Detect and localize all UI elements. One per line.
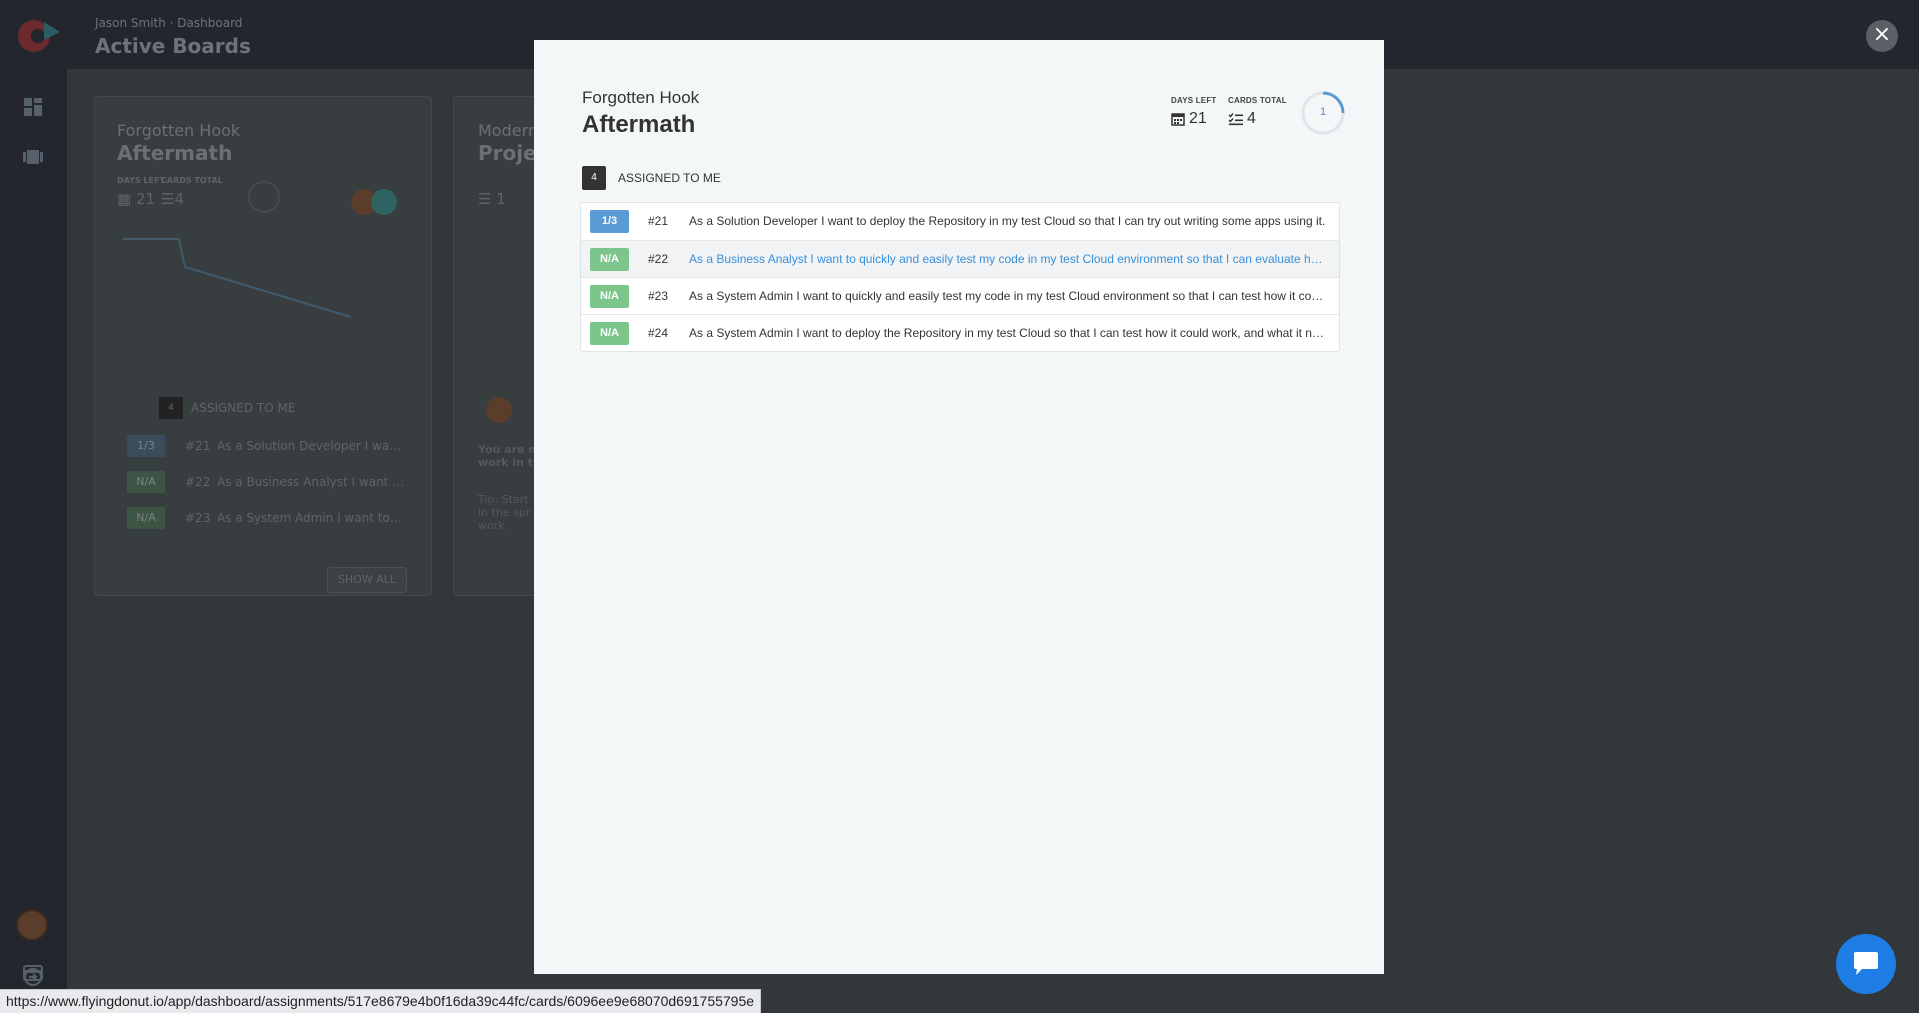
status-badge: N/A: [590, 322, 629, 345]
card-number: #21: [648, 214, 669, 228]
status-badge: N/A: [127, 471, 165, 493]
status-badge: N/A: [127, 507, 165, 529]
board-details-modal: Forgotten Hook Aftermath DAYS LEFT CARDS…: [534, 40, 1384, 974]
calendar-icon: ▦: [117, 190, 132, 208]
card-title-link[interactable]: As a Solution Developer I want to deploy…: [689, 214, 1327, 228]
card-title-link[interactable]: As a System Admin I want to quickly and …: [689, 289, 1327, 303]
assigned-count-badge: 4: [582, 166, 606, 190]
cards-total-value: ☰4: [161, 190, 184, 208]
card-title-link[interactable]: As a Business Analyst I want to quickly …: [689, 252, 1327, 266]
avatar: [486, 397, 512, 423]
cards-total-number: 4: [1247, 110, 1256, 127]
modal-project-name: Forgotten Hook: [582, 88, 700, 107]
cards-total-value: ☰ 1: [478, 190, 506, 208]
days-left-label: DAYS LEFT: [117, 176, 165, 185]
assigned-count: 4: [159, 397, 183, 419]
board-title: Proje: [478, 141, 537, 165]
empty-message: You are n work in th: [478, 443, 541, 469]
checklist-icon: ☰: [161, 190, 175, 208]
card-number: #22: [185, 475, 211, 489]
calendar-icon: [1171, 113, 1185, 126]
close-icon: ×: [1872, 22, 1892, 47]
days-left-label: DAYS LEFT: [1171, 96, 1217, 105]
logout-icon[interactable]: [23, 967, 43, 987]
user-avatar[interactable]: [16, 909, 48, 941]
dashboard-icon[interactable]: [23, 97, 43, 117]
status-bar-url: https://www.flyingdonut.io/app/dashboard…: [0, 989, 762, 1013]
list-item[interactable]: N/A #22 As a Business Analyst I want to …: [581, 240, 1339, 277]
board-title: Aftermath: [117, 141, 233, 165]
list-item[interactable]: N/A #22 As a Business Analyst I want to …: [127, 469, 405, 495]
modal-board-title: Aftermath: [582, 111, 696, 138]
list-item[interactable]: N/A #24 As a System Admin I want to depl…: [581, 314, 1339, 351]
days-left-number: 21: [1189, 110, 1207, 127]
list-item[interactable]: N/A #23 As a System Admin I want to quic…: [581, 277, 1339, 314]
chat-icon: [1854, 952, 1878, 975]
list-item[interactable]: 1/3 #21 As a Solution Developer I want t…: [127, 433, 405, 459]
assigned-label: ASSIGNED TO ME: [191, 401, 296, 415]
card-number: #23: [648, 289, 669, 303]
tip-text: Tip: Start in the spr work.: [478, 493, 531, 532]
avatar: [371, 189, 397, 215]
checklist-icon: [1228, 113, 1243, 126]
card-number: #24: [648, 326, 669, 340]
card-text: As a System Admin I want to quickly and …: [217, 511, 405, 525]
status-badge: 1/3: [127, 435, 165, 457]
status-badge: N/A: [590, 285, 629, 308]
progress-ring-value: 1: [1319, 106, 1327, 118]
cards-total-label: CARDS TOTAL: [1228, 96, 1287, 105]
sidebar: [0, 69, 67, 1013]
status-badge: N/A: [590, 248, 629, 271]
cards-total-number: 4: [174, 190, 184, 208]
cards-total-value: 4: [1228, 110, 1256, 128]
list-item[interactable]: 1/3 #21 As a Solution Developer I want t…: [581, 203, 1339, 240]
flying-donut-logo[interactable]: [14, 14, 62, 56]
board-card[interactable]: Forgotten Hook Aftermath DAYS LEFT CARDS…: [94, 96, 432, 596]
breadcrumb: Jason Smith · Dashboard: [95, 16, 243, 30]
burndown-chart: [123, 238, 351, 318]
card-text: As a Business Analyst I want to quickly …: [217, 475, 405, 489]
checklist-icon: ☰: [478, 190, 492, 208]
boards-icon[interactable]: [23, 147, 43, 167]
card-title-link[interactable]: As a System Admin I want to deploy the R…: [689, 326, 1327, 340]
progress-ring: [248, 181, 280, 213]
status-badge: 1/3: [590, 210, 629, 233]
assigned-label: ASSIGNED TO ME: [618, 171, 721, 185]
card-number: #22: [648, 252, 669, 266]
list-item[interactable]: N/A #23 As a System Admin I want to quic…: [127, 505, 405, 531]
card-text: As a Solution Developer I want to deploy…: [217, 439, 405, 453]
card-number: #23: [185, 511, 211, 525]
cards-total-label: CARDS TOTAL: [161, 176, 223, 185]
days-left-value: 21: [1171, 110, 1207, 128]
close-modal-button[interactable]: ×: [1866, 20, 1898, 52]
board-project: Forgotten Hook: [117, 121, 241, 140]
card-number: #21: [185, 439, 211, 453]
show-all-button[interactable]: SHOW ALL: [327, 567, 407, 593]
chat-button[interactable]: [1836, 934, 1896, 994]
board-project: Modern: [478, 121, 539, 140]
cards-total-number: 1: [496, 190, 506, 208]
days-left-number: 21: [135, 190, 156, 208]
assigned-cards-list: 1/3 #21 As a Solution Developer I want t…: [580, 202, 1340, 352]
page-title: Active Boards: [95, 34, 251, 58]
days-left-value: ▦ 21: [117, 190, 155, 208]
